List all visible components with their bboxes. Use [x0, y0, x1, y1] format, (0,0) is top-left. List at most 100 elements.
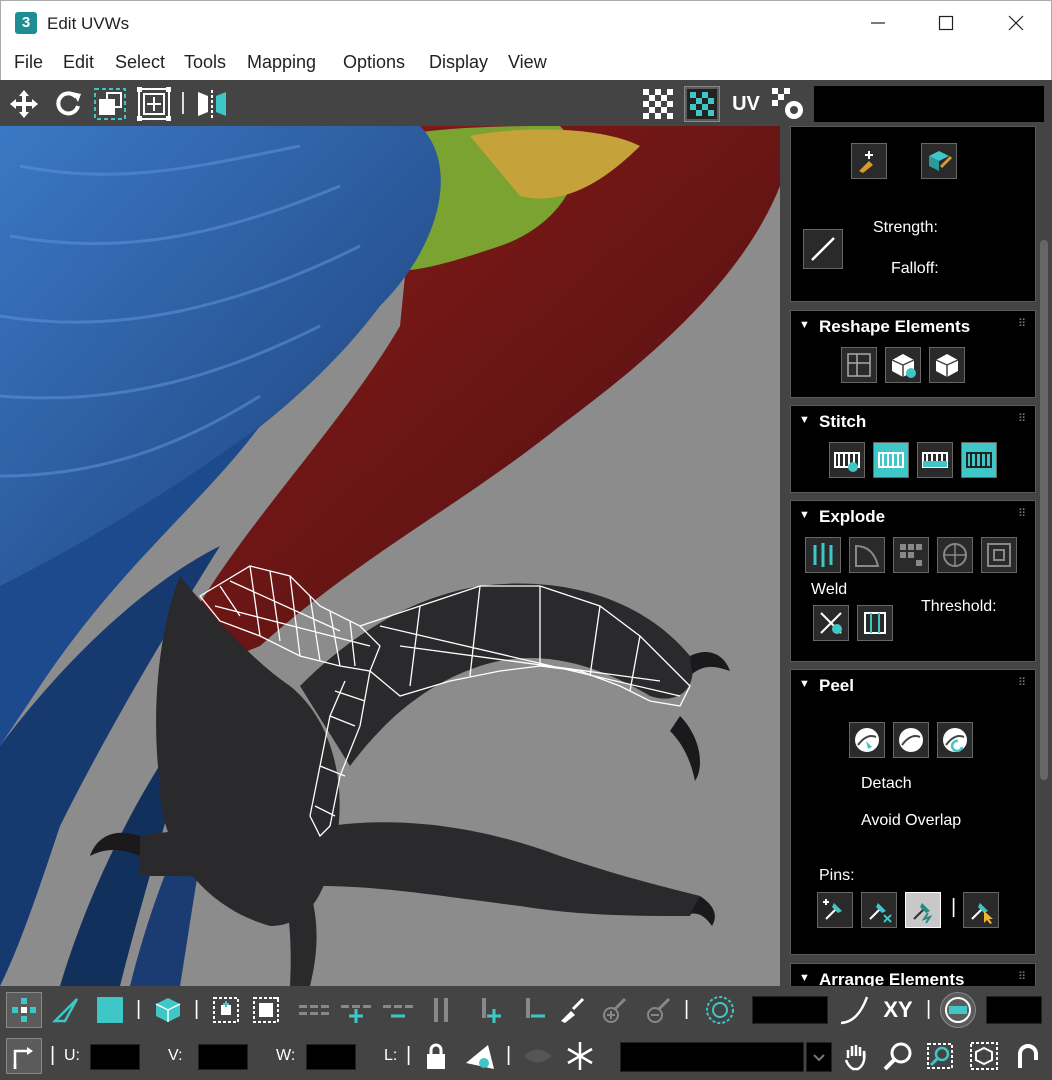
paint-select-shrink-button[interactable] — [640, 992, 676, 1028]
loop-shrink-button[interactable] — [380, 992, 416, 1028]
grow-selection-button[interactable] — [208, 992, 244, 1028]
xy-space-button[interactable]: XY — [880, 992, 916, 1028]
soft-select-value-field[interactable] — [752, 996, 828, 1024]
select-pinned-button[interactable] — [963, 892, 999, 928]
weld-selected-icon — [820, 612, 842, 634]
ring-shrink-button[interactable] — [516, 992, 552, 1028]
w-field[interactable] — [306, 1044, 356, 1070]
rotate-tool-button[interactable] — [50, 86, 86, 122]
rollout-collapse-icon[interactable]: ▼ — [799, 678, 810, 690]
rollout-grip-icon[interactable]: ⠿ — [1018, 507, 1027, 520]
zoom-region-button[interactable] — [922, 1038, 958, 1074]
rollout-grip-icon[interactable]: ⠿ — [1018, 676, 1027, 689]
loop-grow-button[interactable] — [338, 992, 374, 1028]
falloff-curve-button[interactable] — [803, 229, 843, 269]
panel-scrollbar[interactable] — [1040, 240, 1048, 780]
rollout-collapse-icon[interactable]: ▼ — [799, 319, 810, 331]
zoom-extents-button[interactable] — [966, 1038, 1002, 1074]
close-button[interactable] — [981, 1, 1051, 47]
ring-grow-button[interactable] — [472, 992, 508, 1028]
explode-flatten-button[interactable] — [981, 537, 1017, 573]
pin-remove-button[interactable] — [861, 892, 897, 928]
freeze-button[interactable] — [562, 1038, 598, 1074]
explode-material-button[interactable] — [893, 537, 929, 573]
menu-view[interactable]: View — [508, 52, 547, 73]
ring-selection-button[interactable] — [424, 992, 460, 1028]
paint-select-grow-button[interactable] — [596, 992, 632, 1028]
rollout-title-arrange[interactable]: Arrange Elements — [819, 970, 965, 986]
rollout-collapse-icon[interactable]: ▼ — [799, 414, 810, 426]
reset-peel-button[interactable] — [937, 722, 973, 758]
weld-all-button[interactable] — [857, 605, 893, 641]
uv-toggle-button[interactable]: UV — [728, 86, 764, 122]
falloff-type-button[interactable] — [836, 992, 872, 1028]
stitch-average-button[interactable] — [917, 442, 953, 478]
zoom-button[interactable] — [880, 1038, 916, 1074]
minimize-button[interactable] — [843, 1, 913, 47]
snap-button[interactable] — [1010, 1038, 1046, 1074]
edge-distance-field[interactable] — [986, 996, 1042, 1024]
rollout-grip-icon[interactable]: ⠿ — [1018, 317, 1027, 330]
break-button[interactable] — [805, 537, 841, 573]
rollout-grip-icon[interactable]: ⠿ — [1018, 970, 1027, 983]
stitch-to-target-button[interactable] — [961, 442, 997, 478]
pin-add-button[interactable] — [817, 892, 853, 928]
rollout-collapse-icon[interactable]: ▼ — [799, 509, 810, 521]
checker-grid-button[interactable] — [640, 86, 676, 122]
straighten-button[interactable] — [841, 347, 877, 383]
rollout-title-reshape[interactable]: Reshape Elements — [819, 317, 970, 337]
move-tool-button[interactable] — [6, 86, 42, 122]
rollout-collapse-icon[interactable]: ▼ — [799, 972, 810, 984]
rollout-reshape-elements: ▼ Reshape Elements ⠿ — [790, 310, 1036, 398]
explode-sphere-button[interactable] — [937, 537, 973, 573]
paint-select-button[interactable] — [554, 992, 590, 1028]
pan-button[interactable] — [838, 1038, 874, 1074]
element-mode-button[interactable] — [150, 992, 186, 1028]
soft-select-button[interactable] — [702, 992, 738, 1028]
relax-settings-button[interactable] — [929, 347, 965, 383]
lock-selection-button[interactable] — [418, 1038, 454, 1074]
u-field[interactable] — [90, 1044, 140, 1070]
menu-display[interactable]: Display — [429, 52, 488, 73]
rollout-arrange-elements: ▼ Arrange Elements ⠿ — [790, 963, 1036, 986]
peel-mode-button[interactable] — [893, 722, 929, 758]
menu-select[interactable]: Select — [115, 52, 165, 73]
rollout-title-explode[interactable]: Explode — [819, 507, 885, 527]
edge-distance-button[interactable] — [940, 992, 976, 1028]
uv-settings-button[interactable] — [770, 86, 806, 122]
mirror-tool-button[interactable] — [194, 86, 230, 122]
loop-selection-button[interactable] — [296, 992, 332, 1028]
uv-viewport[interactable] — [0, 126, 780, 986]
menu-file[interactable]: File — [14, 52, 43, 73]
weld-selected-button[interactable] — [813, 605, 849, 641]
stitch-to-source-button[interactable] — [873, 442, 909, 478]
menu-options[interactable]: Options — [343, 52, 405, 73]
relax-button[interactable] — [885, 347, 921, 383]
paint-cube-button[interactable] — [921, 143, 957, 179]
menu-edit[interactable]: Edit — [63, 52, 94, 73]
show-hidden-button[interactable] — [520, 1038, 556, 1074]
rollout-title-peel[interactable]: Peel — [819, 676, 854, 696]
menu-tools[interactable]: Tools — [184, 52, 226, 73]
edge-mode-button[interactable] — [48, 992, 84, 1028]
selection-set-dropdown[interactable] — [806, 1042, 832, 1072]
rollout-grip-icon[interactable]: ⠿ — [1018, 412, 1027, 425]
auto-pin-button[interactable] — [905, 892, 941, 928]
absolute-offset-toggle[interactable] — [6, 1038, 42, 1074]
rollout-title-stitch[interactable]: Stitch — [819, 412, 866, 432]
maximize-button[interactable] — [911, 1, 981, 47]
checker-texture-button[interactable] — [684, 86, 720, 122]
face-mode-button[interactable] — [92, 992, 128, 1028]
shrink-selection-button[interactable] — [248, 992, 284, 1028]
freeform-tool-button[interactable] — [136, 86, 172, 122]
paint-relax-button[interactable] — [851, 143, 887, 179]
vertex-mode-button[interactable] — [6, 992, 42, 1028]
explode-smoothing-button[interactable] — [849, 537, 885, 573]
v-field[interactable] — [198, 1044, 248, 1070]
menu-mapping[interactable]: Mapping — [247, 52, 316, 73]
scale-tool-button[interactable] — [92, 86, 128, 122]
selection-set-field[interactable] — [620, 1042, 804, 1072]
hide-button[interactable] — [462, 1038, 498, 1074]
stitch-custom-button[interactable] — [829, 442, 865, 478]
quick-peel-button[interactable] — [849, 722, 885, 758]
